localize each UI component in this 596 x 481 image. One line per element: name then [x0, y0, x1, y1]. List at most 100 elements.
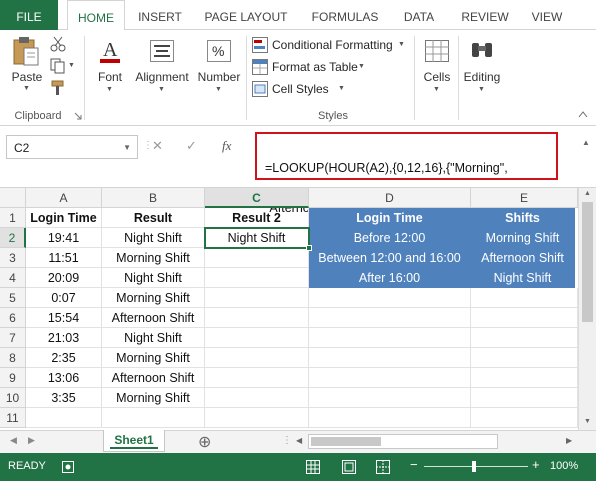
fill-handle[interactable]: [306, 245, 312, 251]
conditional-formatting-button[interactable]: Conditional Formatting ▼: [252, 36, 412, 56]
cell-a9[interactable]: 13:06: [26, 368, 102, 388]
tab-splitter-icon[interactable]: ⋮: [282, 435, 292, 446]
page-break-view-icon[interactable]: [376, 460, 390, 474]
header-result-2[interactable]: Result 2: [205, 208, 309, 228]
scroll-down-icon[interactable]: ▼: [584, 418, 591, 425]
scroll-left-icon[interactable]: ◀: [296, 436, 302, 445]
cell-a10[interactable]: 3:35: [26, 388, 102, 408]
column-header-d[interactable]: D: [309, 188, 471, 208]
number-button[interactable]: % Number ▼: [194, 34, 244, 94]
scroll-up-icon[interactable]: ▲: [584, 190, 591, 197]
cell-b10[interactable]: Morning Shift: [102, 388, 205, 408]
cell-a3[interactable]: 11:51: [26, 248, 102, 268]
cell-b9[interactable]: Afternoon Shift: [102, 368, 205, 388]
cell-e11[interactable]: [471, 408, 578, 428]
alignment-button[interactable]: Alignment ▼: [132, 34, 192, 94]
lookup-header-login-time[interactable]: Login Time: [309, 208, 471, 228]
tab-review[interactable]: REVIEW: [454, 0, 516, 30]
cell-e6[interactable]: [471, 308, 578, 328]
dialog-launcher-icon[interactable]: [74, 112, 82, 120]
zoom-level[interactable]: 100%: [550, 460, 578, 472]
sheet-nav-next-icon[interactable]: ▶: [28, 435, 35, 446]
formula-input[interactable]: =LOOKUP(HOUR(A2),{0,12,16},{"Morning", "…: [255, 132, 558, 215]
cell-c5[interactable]: [205, 288, 309, 308]
cell-a11[interactable]: [26, 408, 102, 428]
name-box[interactable]: C2 ▼: [6, 135, 138, 159]
vertical-scroll-thumb[interactable]: [582, 202, 593, 322]
column-header-b[interactable]: B: [102, 188, 205, 208]
cell-b6[interactable]: Afternoon Shift: [102, 308, 205, 328]
format-as-table-button[interactable]: Format as Table ▼: [252, 58, 372, 78]
row-header-11[interactable]: 11: [0, 408, 26, 428]
column-header-e[interactable]: E: [471, 188, 578, 208]
row-header-8[interactable]: 8: [0, 348, 26, 368]
cell-d8[interactable]: [309, 348, 471, 368]
macro-record-icon[interactable]: [62, 461, 74, 473]
cell-a6[interactable]: 15:54: [26, 308, 102, 328]
column-header-a[interactable]: A: [26, 188, 102, 208]
zoom-slider[interactable]: [424, 466, 528, 467]
editing-button[interactable]: Editing ▼: [460, 34, 504, 94]
cell-b8[interactable]: Morning Shift: [102, 348, 205, 368]
format-painter-icon[interactable]: [50, 80, 66, 96]
page-layout-view-icon[interactable]: [342, 460, 356, 474]
tab-data[interactable]: DATA: [394, 0, 444, 30]
row-header-4[interactable]: 4: [0, 268, 26, 288]
row-header-7[interactable]: 7: [0, 328, 26, 348]
cell-d5[interactable]: [309, 288, 471, 308]
row-header-5[interactable]: 5: [0, 288, 26, 308]
cell-c11[interactable]: [205, 408, 309, 428]
cell-d7[interactable]: [309, 328, 471, 348]
tab-file[interactable]: FILE: [0, 0, 58, 30]
row-header-3[interactable]: 3: [0, 248, 26, 268]
cell-e10[interactable]: [471, 388, 578, 408]
cell-b7[interactable]: Night Shift: [102, 328, 205, 348]
cell-e5[interactable]: [471, 288, 578, 308]
cell-a7[interactable]: 21:03: [26, 328, 102, 348]
header-login-time[interactable]: Login Time: [26, 208, 102, 228]
cell-c8[interactable]: [205, 348, 309, 368]
header-result[interactable]: Result: [102, 208, 205, 228]
normal-view-icon[interactable]: [306, 460, 320, 474]
cell-e9[interactable]: [471, 368, 578, 388]
cell-d6[interactable]: [309, 308, 471, 328]
sheet-tab-sheet1[interactable]: Sheet1: [103, 430, 165, 452]
cell-a4[interactable]: 20:09: [26, 268, 102, 288]
cells-button[interactable]: Cells ▼: [418, 34, 456, 94]
lookup-cell-e3[interactable]: Afternoon Shift: [471, 248, 575, 268]
lookup-cell-d2[interactable]: Before 12:00: [309, 228, 471, 248]
tab-formulas[interactable]: FORMULAS: [304, 0, 386, 30]
enter-icon[interactable]: ✓: [186, 138, 197, 154]
vertical-scrollbar[interactable]: ▲ ▼: [578, 188, 596, 430]
cell-e7[interactable]: [471, 328, 578, 348]
expand-formula-bar-icon[interactable]: ▲: [582, 138, 590, 147]
scroll-right-icon[interactable]: ▶: [566, 436, 572, 445]
row-header-10[interactable]: 10: [0, 388, 26, 408]
cell-styles-button[interactable]: Cell Styles ▼: [252, 80, 352, 100]
collapse-ribbon-icon[interactable]: [578, 110, 588, 118]
horizontal-scroll-thumb[interactable]: [311, 437, 381, 446]
tab-home[interactable]: HOME: [67, 0, 125, 31]
cell-c7[interactable]: [205, 328, 309, 348]
column-header-c[interactable]: C: [205, 188, 309, 208]
copy-icon[interactable]: [50, 58, 66, 74]
lookup-cell-e2[interactable]: Morning Shift: [471, 228, 575, 248]
lookup-cell-e4[interactable]: Night Shift: [471, 268, 575, 288]
paste-button[interactable]: Paste ▼: [8, 34, 46, 92]
row-header-1[interactable]: 1: [0, 208, 26, 228]
insert-function-icon[interactable]: fx: [222, 138, 231, 154]
tab-page-layout[interactable]: PAGE LAYOUT: [198, 0, 294, 30]
add-sheet-icon[interactable]: ⊕: [198, 432, 211, 452]
cell-d10[interactable]: [309, 388, 471, 408]
cell-a8[interactable]: 2:35: [26, 348, 102, 368]
copy-dropdown-icon[interactable]: ▼: [68, 62, 75, 69]
cell-c9[interactable]: [205, 368, 309, 388]
cell-d11[interactable]: [309, 408, 471, 428]
row-header-6[interactable]: 6: [0, 308, 26, 328]
cell-b11[interactable]: [102, 408, 205, 428]
cell-c4[interactable]: [205, 268, 309, 288]
cell-c3[interactable]: [205, 248, 309, 268]
tab-insert[interactable]: INSERT: [130, 0, 190, 30]
cell-b5[interactable]: Morning Shift: [102, 288, 205, 308]
font-button[interactable]: A Font ▼: [90, 34, 130, 94]
